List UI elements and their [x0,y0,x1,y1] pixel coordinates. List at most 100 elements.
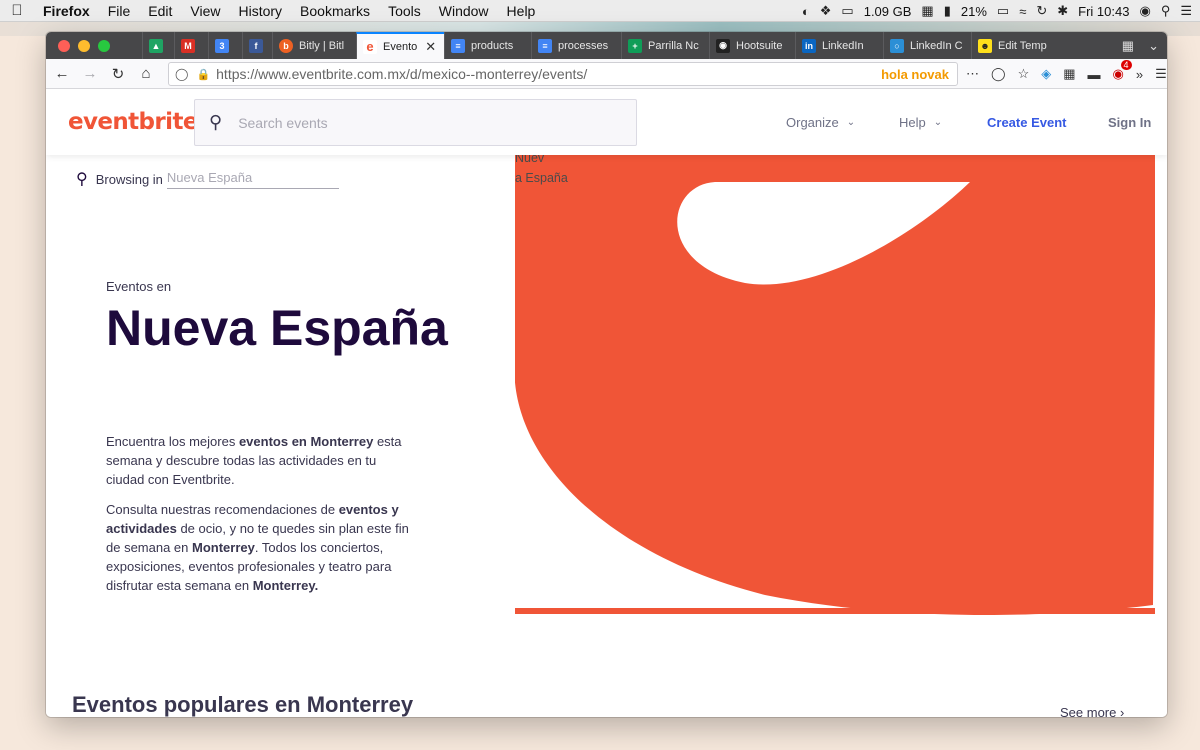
hola-extension-label[interactable]: hola novak [881,67,949,82]
tab-edit-template[interactable]: ☻ Edit Temp [971,32,1055,59]
back-arrow-icon[interactable]: ← [50,65,74,82]
menu-history[interactable]: History [229,3,291,19]
apple-menu-icon[interactable]:  [0,2,34,19]
help-menu[interactable]: Help ⌄ [899,89,942,155]
docs-icon: ≡ [538,38,552,53]
search-box[interactable]: ⚲ [194,99,637,146]
tab-hootsuite[interactable]: ◉ Hootsuite [709,32,795,59]
search-input[interactable] [238,114,599,131]
organize-label: Organize [786,114,839,130]
body-text: Encuentra los mejores [106,434,239,449]
location-input[interactable]: Nueva España [166,170,339,189]
tab-parrilla[interactable]: + Parrilla Nc [621,32,709,59]
hero-paragraph-2: Consulta nuestras recomendaciones de eve… [106,500,411,595]
dropbox-icon[interactable]: ❖ [820,3,832,19]
desktop-edge [1167,200,1200,214]
bookmark-star-icon[interactable]: ☆ [1018,66,1030,82]
time-machine-icon[interactable]: ↻ [1036,3,1047,19]
menu-window[interactable]: Window [430,3,498,19]
artwork-label-top: Nuev [515,155,545,165]
app-switcher-icon[interactable]: ▦ [921,3,933,19]
new-tab-grid-icon[interactable]: ▦ [1122,38,1134,54]
url-host: https://www.eventbrite.com.mx [216,66,406,82]
tab-gmail[interactable]: M [174,32,208,59]
hero-artwork: Nuev a España [515,155,1155,617]
extension-badge-icon[interactable]: ◉ 4 [1113,60,1132,82]
minimize-window-button[interactable] [78,39,90,52]
menu-file[interactable]: File [99,3,140,19]
menu-bookmarks[interactable]: Bookmarks [291,3,379,19]
tab-label: LinkedIn [822,39,864,52]
chevron-down-icon: ⌄ [933,116,943,128]
hamburger-menu-icon[interactable]: ☰ [1155,66,1167,82]
airplay-icon[interactable]: ▭ [997,3,1009,19]
app-menu[interactable]: Firefox [34,3,99,19]
tab-eventbrite-active[interactable]: e Evento ✕ [356,32,444,59]
emphasis-text: Monterrey [192,540,255,555]
bluetooth-icon[interactable]: ✱ [1057,3,1068,19]
battery-icon[interactable]: ▮ [944,3,951,19]
close-tab-icon[interactable]: ✕ [425,39,436,55]
page-actions-icon[interactable]: ⋯ [966,66,979,82]
memory-icon[interactable]: ▭ [841,3,853,19]
chevron-down-icon: ⌄ [846,116,856,128]
tab-linkedin-c[interactable]: ○ LinkedIn C [883,32,971,59]
address-bar[interactable]: ◯ 🔒 https://www.eventbrite.com.mx/d/mexi… [168,62,958,86]
tab-bar: ▲ M 3 f b Bitly | Bitl e Evento ✕ ≡ products… [46,32,1167,59]
reload-icon[interactable]: ↻ [106,65,130,83]
extension-badge-count: 4 [1120,60,1132,70]
tab-list-chevron-icon[interactable]: ⌄ [1148,38,1159,54]
spotlight-icon[interactable]: ⚲ [1161,3,1171,19]
sign-in-link[interactable]: Sign In [1108,89,1151,155]
menubar-clock[interactable]: Fri 10:43 [1078,4,1129,19]
tab-label: Hootsuite [736,39,783,52]
body-text: Consulta nuestras recomendaciones de [106,502,339,517]
calendar-icon: 3 [215,38,229,53]
window-controls [46,39,142,52]
create-event-link[interactable]: Create Event [987,89,1066,155]
eventbrite-e-illustration [515,155,1155,615]
home-icon[interactable]: ⌂ [134,65,158,82]
forward-arrow-icon[interactable]: → [78,65,102,82]
menu-tools[interactable]: Tools [379,3,430,19]
docs-icon: ≡ [451,38,465,53]
menubar-status-area: ◐ ❖ ▭ 1.09 GB ▦ ▮ 21% ▭ ≈ ↻ ✱ Fri 10:43 … [802,0,1192,22]
tab-facebook[interactable]: f [242,32,272,59]
vpn-icon[interactable]: ◐ [802,4,810,19]
baseline-stripe [515,608,1155,614]
url-text[interactable]: https://www.eventbrite.com.mx/d/mexico--… [216,66,587,82]
tab-linkedin[interactable]: in LinkedIn [795,32,883,59]
tab-calendar[interactable]: 3 [208,32,242,59]
menu-edit[interactable]: Edit [139,3,181,19]
tab-drive[interactable]: ▲ [142,32,174,59]
tab-products[interactable]: ≡ products [444,32,531,59]
tab-label: Evento [383,40,418,53]
menu-view[interactable]: View [181,3,229,19]
tab-bitly[interactable]: b Bitly | Bitl [272,32,356,59]
eventbrite-logo[interactable]: eventbrite [68,109,198,135]
pocket-icon[interactable]: ◯ [991,66,1006,82]
see-more-link[interactable]: See more › [1060,705,1124,720]
laptop-icon[interactable]: ▬ [1088,67,1101,82]
hootsuite-icon: ◉ [716,38,730,53]
wifi-icon[interactable]: ≈ [1019,4,1026,19]
sheets-icon: + [628,38,642,53]
organize-menu[interactable]: Organize ⌄ [786,89,855,155]
overflow-chevron-icon[interactable]: » [1136,67,1143,82]
extension-grid-icon[interactable]: ▦ [1063,66,1075,82]
zoom-window-button[interactable] [98,39,110,52]
menu-help[interactable]: Help [498,3,545,19]
page-content: eventbrite ⚲ Organize ⌄ Help ⌄ Create Even… [46,89,1167,717]
siri-icon[interactable]: ◉ [1139,3,1150,19]
see-more-label: See more [1060,705,1117,720]
battery-percent: 21% [960,3,987,19]
lock-icon[interactable]: 🔒 [196,68,210,81]
tab-label: Bitly | Bitl [299,39,345,52]
search-icon: ⚲ [209,112,223,132]
tracking-shield-icon[interactable]: ◯ [175,67,188,81]
help-label: Help [899,114,926,130]
adblock-shield-icon[interactable]: ◈ [1041,66,1051,82]
tab-processes[interactable]: ≡ processes [531,32,621,59]
close-window-button[interactable] [58,39,70,52]
notification-center-icon[interactable]: ☰ [1180,3,1192,19]
